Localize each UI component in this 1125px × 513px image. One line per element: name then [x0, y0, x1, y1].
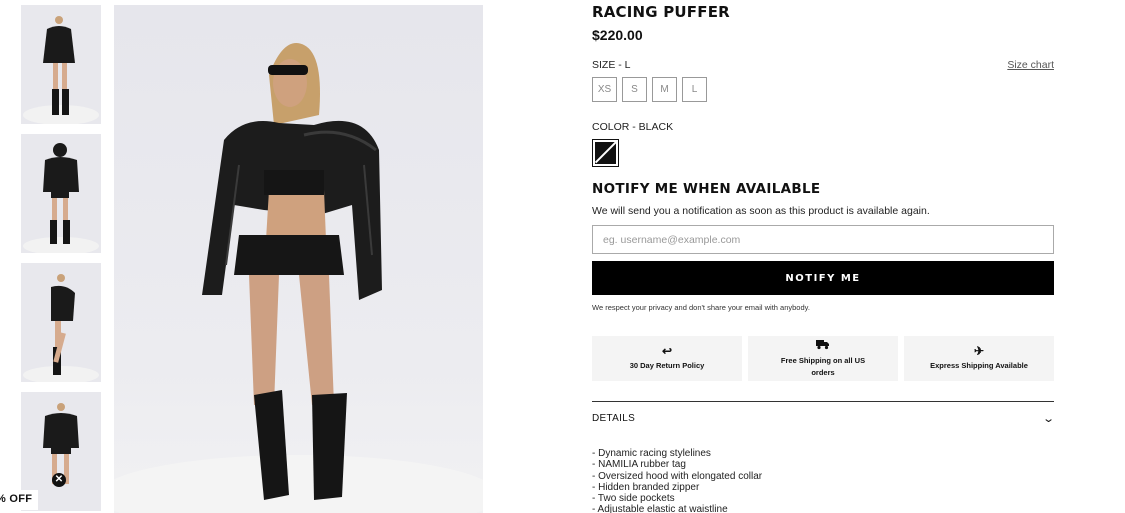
notify-description: We will send you a notification as soon …	[592, 205, 930, 217]
list-item: - Adjustable elastic at waistline	[592, 504, 728, 513]
privacy-note: We respect your privacy and don't share …	[592, 303, 810, 312]
main-product-image[interactable]	[114, 5, 483, 513]
feature-express-shipping: ✈ Express Shipping Available	[904, 336, 1054, 381]
feature-returns: ↩ 30 Day Return Policy	[592, 336, 742, 381]
list-item: - NAMILIA rubber tag	[592, 459, 686, 471]
size-chart-link[interactable]: Size chart	[1007, 59, 1054, 71]
list-item: - Dynamic racing stylelines	[592, 448, 711, 459]
promo-badge[interactable]: % OFF	[0, 490, 39, 510]
thumbnail-image[interactable]	[21, 5, 101, 124]
details-list: - Dynamic racing stylelines - NAMILIA ru…	[592, 448, 762, 513]
chevron-down-icon: ⌄	[1042, 413, 1056, 425]
feature-free-shipping: Free Shipping on all US orders	[748, 336, 898, 381]
airplane-icon: ✈	[973, 344, 985, 359]
product-price: $220.00	[592, 27, 643, 43]
details-accordion-header[interactable]: DETAILS ⌄	[592, 412, 1056, 425]
details-title: DETAILS	[592, 413, 636, 424]
feature-label: Express Shipping Available	[930, 361, 1028, 371]
size-option-xs[interactable]: XS	[592, 77, 617, 102]
list-item: - Hidden branded zipper	[592, 481, 700, 493]
feature-strip: ↩ 30 Day Return Policy Free Shipping on …	[592, 336, 1054, 381]
color-label: COLOR - BLACK	[592, 121, 674, 133]
size-option-m[interactable]: M	[652, 77, 677, 102]
list-item: - Two side pockets	[592, 493, 675, 505]
thumbnail-image[interactable]	[21, 134, 101, 253]
feature-label: 30 Day Return Policy	[629, 361, 705, 371]
notify-title: NOTIFY ME WHEN AVAILABLE	[592, 181, 821, 197]
size-label: SIZE - L	[592, 59, 631, 71]
email-field[interactable]	[592, 225, 1054, 254]
size-option-s[interactable]: S	[622, 77, 647, 102]
truck-icon	[816, 339, 830, 352]
list-item: - Oversized hood with elongated collar	[592, 470, 763, 482]
size-selector: XS S M L	[592, 77, 707, 102]
notify-me-button[interactable]: NOTIFY ME	[592, 261, 1054, 295]
return-arrow-icon: ↩	[661, 344, 673, 359]
feature-label: Free Shipping on all US orders	[780, 356, 866, 377]
product-title: RACING PUFFER	[592, 3, 730, 21]
size-option-l[interactable]: L	[682, 77, 707, 102]
close-icon[interactable]: ✕	[52, 473, 66, 487]
divider	[592, 401, 1054, 402]
thumbnail-image[interactable]	[21, 263, 101, 382]
color-swatch-black[interactable]	[592, 139, 619, 167]
